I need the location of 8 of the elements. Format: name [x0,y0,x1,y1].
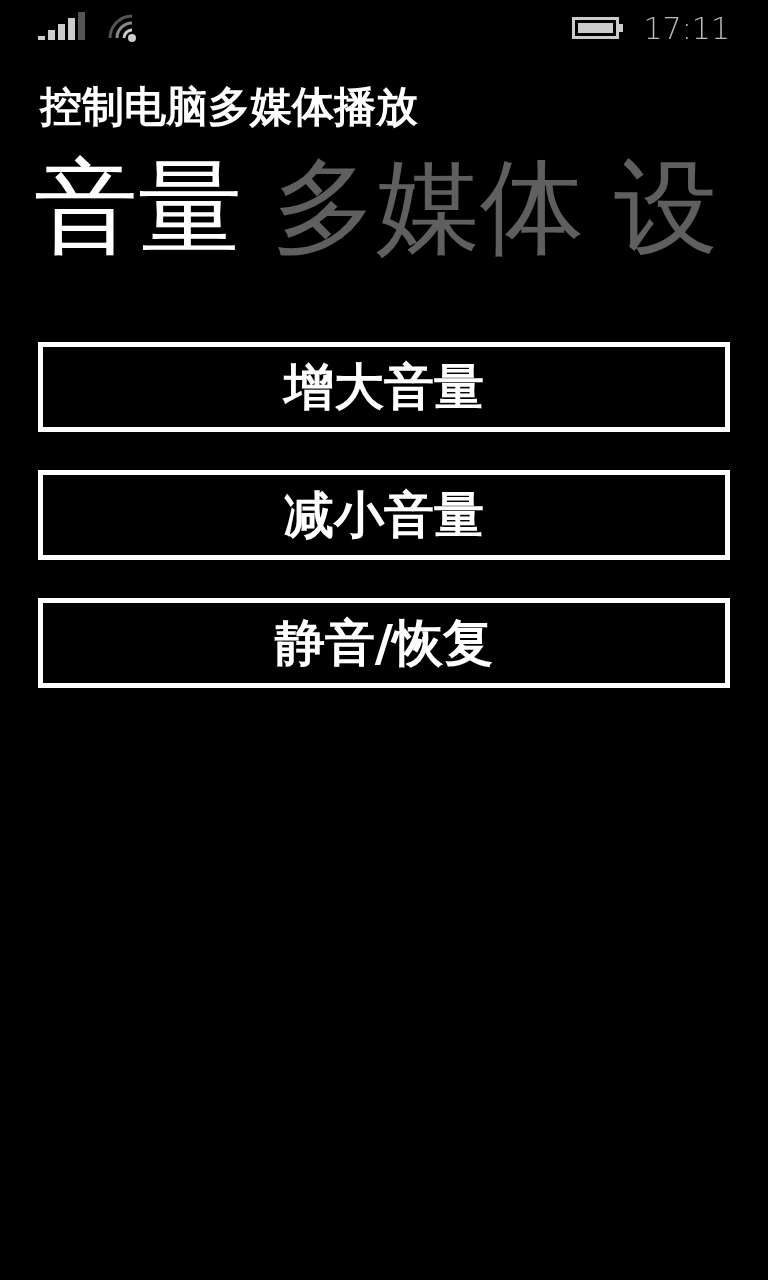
battery-icon [571,17,624,39]
wifi-icon [106,12,138,44]
pivot-tab[interactable]: 音量 [34,142,242,273]
action-button[interactable]: 静音/恢复 [38,598,730,689]
status-time: 17:11 [643,10,730,46]
app-title: 控制电脑多媒体播放 [38,81,419,133]
action-button[interactable]: 增大音量 [38,342,730,433]
action-button[interactable]: 减小音量 [38,470,730,561]
